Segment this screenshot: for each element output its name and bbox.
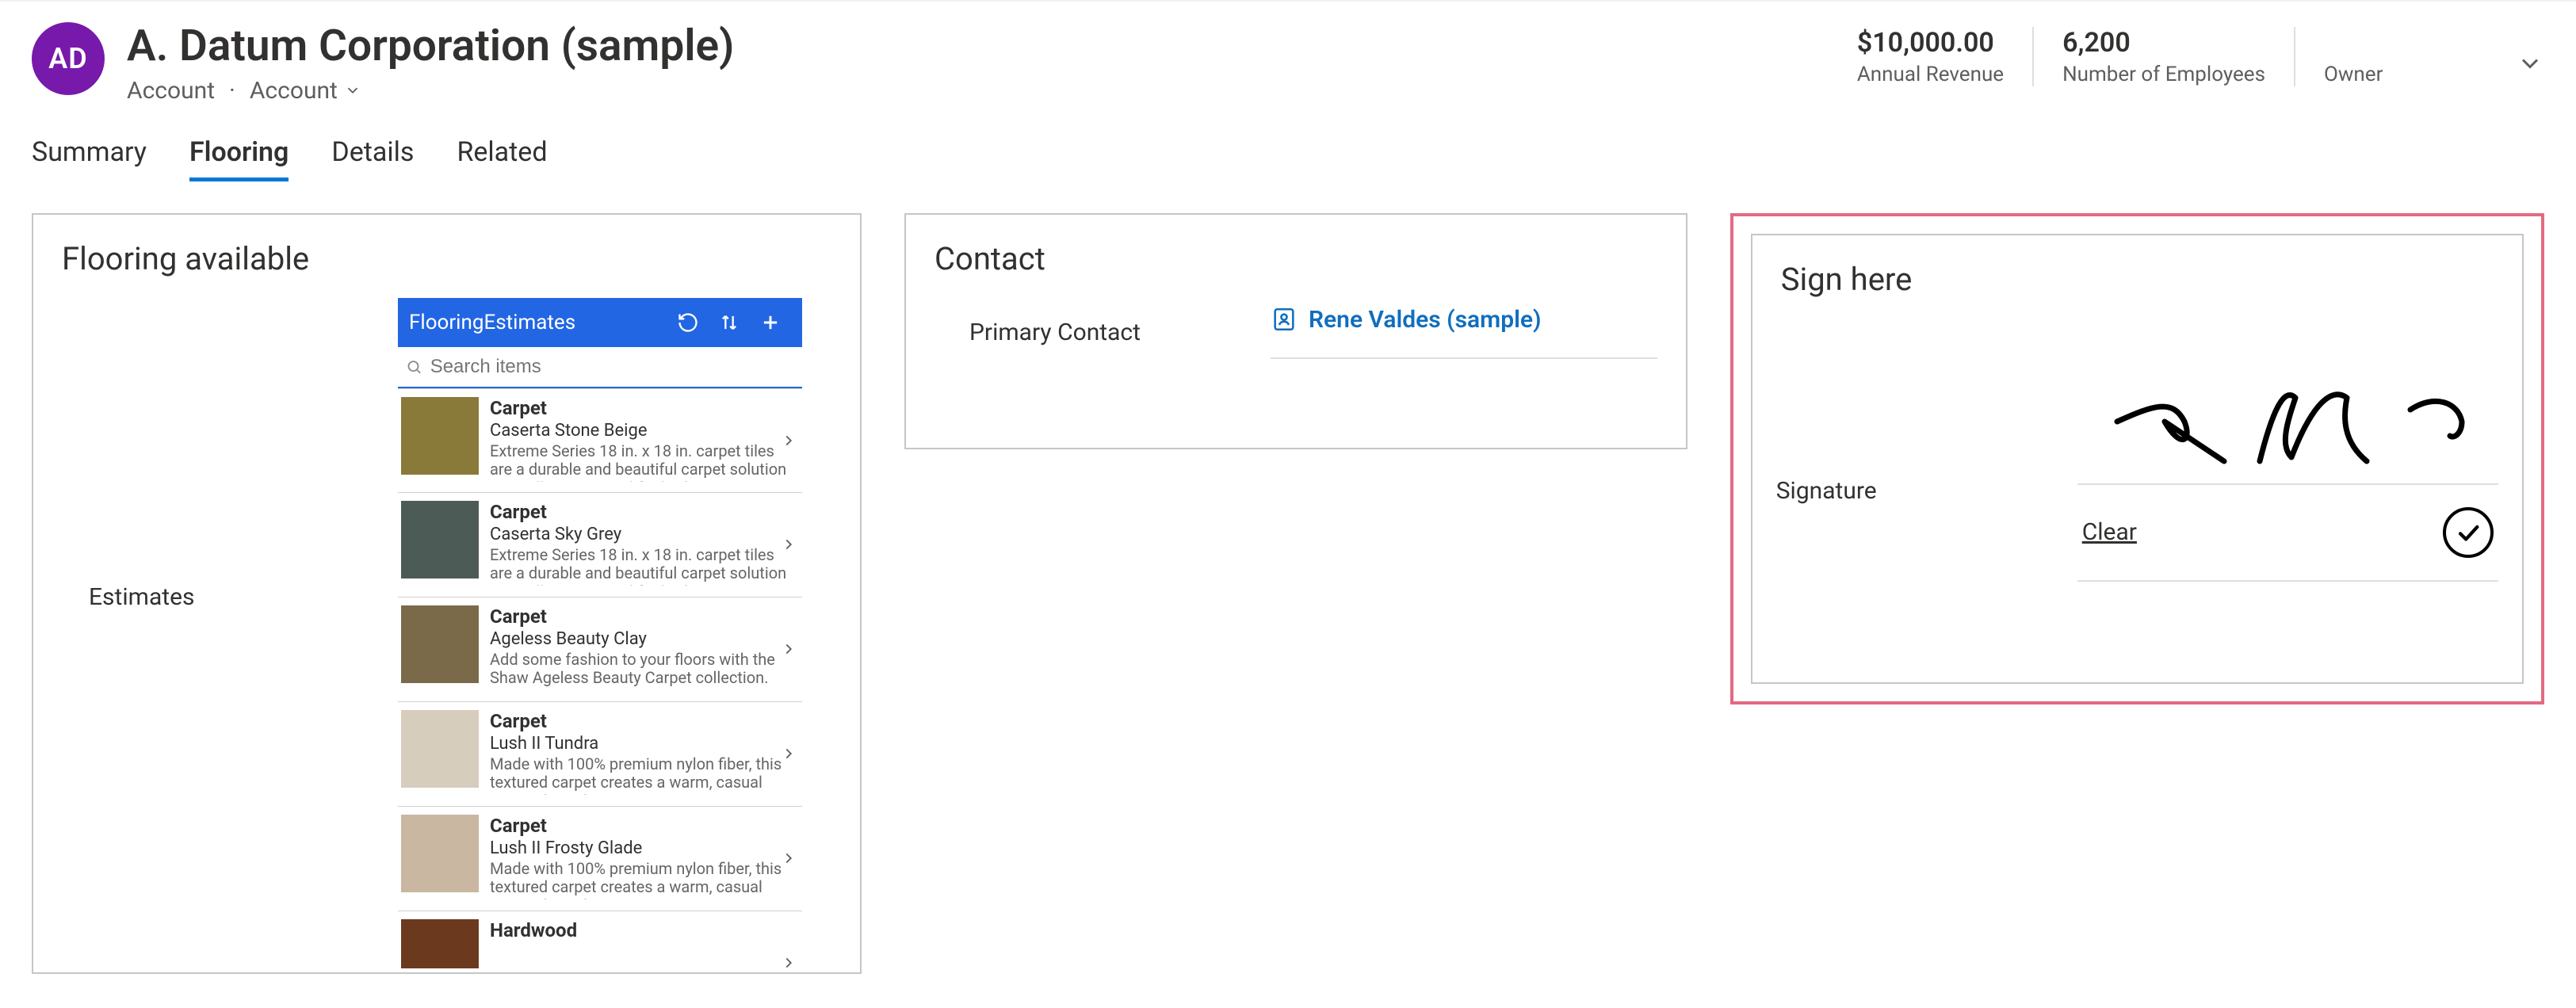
panel-title: Flooring available [33,215,860,298]
separator-dot: · [229,77,235,105]
search-input[interactable] [429,355,794,379]
item-description: Extreme Series 18 in. x 18 in. carpet ti… [490,442,799,482]
panel-title: Sign here [1752,235,2522,319]
gallery-search[interactable] [398,347,802,388]
signature-field-label: Signature [1776,319,2077,505]
gallery-item[interactable]: Carpet Caserta Sky Grey Extreme Series 18 … [398,493,802,598]
chevron-down-icon [2516,49,2544,78]
clear-signature-link[interactable]: Clear [2082,518,2137,546]
tab-details[interactable]: Details [331,136,414,181]
tab-related[interactable]: Related [457,136,547,181]
item-name: Lush II Tundra [490,734,799,754]
avatar: AD [32,22,105,95]
gallery-item[interactable]: CarpetLush II Frosty GladeMade with 100%… [398,807,802,911]
item-category: Carpet [490,815,799,837]
chevron-right-icon [780,743,797,765]
chevron-right-icon [780,638,797,660]
record-type-label: Account [250,77,338,105]
swatch-thumbnail [401,815,479,892]
item-description: Extreme Series 18 in. x 18 in. carpet ti… [490,546,799,586]
metric-owner[interactable]: - Owner [2294,27,2476,86]
item-name: Caserta Sky Grey [490,525,799,544]
swatch-thumbnail [401,605,479,683]
panel-sign-here: Sign here Signature Clear [1730,213,2544,704]
item-name: Caserta Stone Beige [490,421,799,441]
gallery-header: FlooringEstimates [398,298,802,347]
metric-annual-revenue[interactable]: $10,000.00 Annual Revenue [1829,27,2032,86]
metric-value: 6,200 [2062,27,2265,59]
signature-canvas[interactable] [2077,319,2498,485]
sort-icon [718,311,740,334]
item-name: Lush II Frosty Glade [490,838,799,858]
estimates-field-label: Estimates [89,298,398,968]
primary-contact-label: Primary Contact [969,319,1239,346]
gallery-item[interactable]: Hardwood [398,911,802,968]
header-metrics: $10,000.00 Annual Revenue 6,200 Number o… [1829,22,2492,86]
item-category: Carpet [490,710,799,732]
panel-contact: Contact Primary Contact Rene Valdes (sam… [904,213,1687,449]
chevron-right-icon [780,430,797,452]
item-name: Ageless Beauty Clay [490,629,799,649]
swatch-thumbnail [401,919,479,968]
panel-flooring-available: Flooring available Estimates FlooringEst… [32,213,862,974]
metric-label: Annual Revenue [1857,63,2004,86]
item-category: Carpet [490,605,799,628]
swatch-thumbnail [401,710,479,788]
gallery-item[interactable]: CarpetAgeless Beauty ClayAdd some fashio… [398,598,802,702]
flooring-gallery: FlooringEstimates [398,298,802,968]
chevron-down-icon [344,82,361,99]
chevron-right-icon [780,533,797,556]
primary-contact-name: Rene Valdes (sample) [1309,306,1542,334]
gallery-item[interactable]: CarpetCaserta Stone BeigeExtreme Series … [398,388,802,493]
item-description: Add some fashion to your floors with the… [490,651,799,688]
item-description: Made with 100% premium nylon fiber, this… [490,860,799,899]
page-title: A. Datum Corporation (sample) [127,22,1829,71]
record-header: AD A. Datum Corporation (sample) Account… [0,2,2576,105]
tab-summary[interactable]: Summary [32,136,147,181]
metric-label: Owner [2324,63,2448,86]
swatch-thumbnail [401,397,479,475]
add-button[interactable] [750,302,791,343]
confirm-signature-button[interactable] [2443,507,2494,558]
metric-label: Number of Employees [2062,63,2265,86]
check-icon [2455,519,2482,546]
tabs: Summary Flooring Details Related [0,105,2576,181]
gallery-title: FlooringEstimates [409,311,667,334]
primary-contact-link[interactable]: Rene Valdes (sample) [1271,306,1657,359]
metric-value: $10,000.00 [1857,27,2004,59]
gallery-item[interactable]: CarpetLush II TundraMade with 100% premi… [398,702,802,807]
record-type-dropdown[interactable]: Account [250,77,361,105]
chevron-right-icon [780,847,797,869]
tab-flooring[interactable]: Flooring [189,136,289,181]
refresh-button[interactable] [667,302,709,343]
plus-icon [759,311,782,334]
swatch-thumbnail [401,501,479,578]
metric-employees[interactable]: 6,200 Number of Employees [2032,27,2294,86]
sort-button[interactable] [709,302,750,343]
header-expand-button[interactable] [2516,49,2544,78]
gallery-list: CarpetCaserta Stone BeigeExtreme Series … [398,388,802,968]
item-category: Carpet [490,501,799,523]
metric-value: - [2324,27,2448,59]
search-icon [406,358,422,376]
item-description: Made with 100% premium nylon fiber, this… [490,755,799,795]
signature-stroke [2105,374,2470,469]
entity-type-label: Account [127,77,215,105]
item-category: Hardwood [490,919,799,941]
panel-title: Contact [906,215,1686,298]
refresh-icon [677,311,699,334]
chevron-right-icon [780,952,797,968]
item-category: Carpet [490,397,799,419]
contact-icon [1271,306,1298,333]
